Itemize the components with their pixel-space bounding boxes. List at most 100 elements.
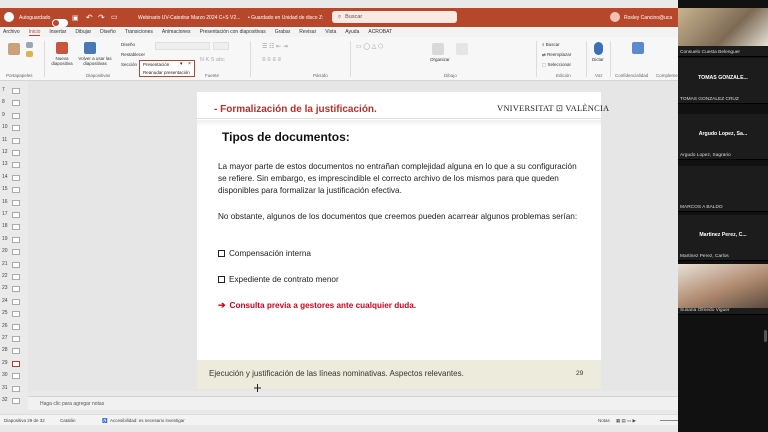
quick-styles-icon[interactable]: [456, 43, 468, 55]
tab-revisar[interactable]: Revisar: [299, 29, 316, 35]
notes-pane[interactable]: Haga clic para agregar notas: [28, 396, 678, 410]
save-state[interactable]: • Guardado en Unidad de disco Z:: [248, 15, 323, 21]
accessibility-icon[interactable]: ♿: [102, 418, 108, 424]
dropdown-chevron-down-icon[interactable]: ▾: [180, 61, 183, 67]
slide-thumbnail[interactable]: [12, 236, 20, 243]
slide-thumbnail[interactable]: [12, 174, 20, 181]
slide-thumbnail[interactable]: [12, 298, 20, 305]
layout-dropdown[interactable]: Presentación × ▾ Reanudar presentación: [139, 60, 195, 77]
slide-thumbnail[interactable]: [12, 398, 20, 404]
language-indicator[interactable]: Catalán: [60, 418, 76, 423]
format-painter-icon[interactable]: [26, 51, 33, 57]
reuse-slides-button[interactable]: Volver a usar las diapositivas: [78, 56, 112, 66]
participant-tile[interactable]: TOMAS GONZALE... TOMAS GONZALEZ CRUZ: [678, 58, 768, 104]
slide-thumbnail[interactable]: [12, 162, 20, 169]
tab-vista[interactable]: Vista: [325, 29, 336, 35]
arrange-icon[interactable]: [432, 43, 444, 55]
participant-tile[interactable]: Martinez Perez, C... Martinez Perez, Car…: [678, 215, 768, 261]
bullet-item[interactable]: Expediente de contrato menor: [218, 275, 339, 284]
bullets-icon[interactable]: ☰ ☷ ⇤ ⇥: [262, 43, 288, 50]
bullet-item[interactable]: Compensación interna: [218, 249, 311, 258]
present-icon[interactable]: ▭: [111, 13, 118, 21]
paste-icon[interactable]: [8, 43, 20, 55]
slide-thumbnail[interactable]: [12, 336, 20, 342]
tab-presentacion[interactable]: Presentación con diapositivas: [200, 29, 266, 35]
user-avatar[interactable]: [610, 12, 620, 22]
font-name-field[interactable]: [155, 42, 210, 50]
search-box[interactable]: ⌕ Buscar: [332, 11, 457, 23]
tab-diseno[interactable]: Diseño: [100, 29, 116, 35]
participant-tile[interactable]: Susana Olmedo Viguer: [678, 264, 768, 315]
slide-thumbnail[interactable]: [12, 323, 20, 330]
paragraph-2[interactable]: No obstante, algunos de los documentos q…: [218, 211, 578, 223]
slide-thumbnail[interactable]: [12, 274, 20, 280]
new-slide-icon[interactable]: [56, 42, 68, 54]
new-slide-button[interactable]: Nueva diapositiva: [49, 56, 75, 66]
slide-thumbnail[interactable]: [12, 311, 20, 318]
panel-scrollbar[interactable]: [764, 330, 767, 342]
tab-inicio[interactable]: Inicio: [28, 29, 41, 36]
participant-tile[interactable]: Consuelo Cuesta Belenguer: [678, 8, 768, 57]
dropdown-item[interactable]: Reanudar presentación: [143, 70, 190, 75]
notes-toggle[interactable]: Notas: [598, 418, 610, 423]
tab-ayuda[interactable]: Ayuda: [345, 29, 359, 35]
sensitivity-icon[interactable]: [632, 42, 644, 54]
replace-button[interactable]: ⇄ Reemplazar: [542, 52, 571, 58]
slide-thumbnail[interactable]: [12, 224, 20, 231]
autosave-toggle[interactable]: [52, 18, 68, 27]
layout-button[interactable]: Diseño: [121, 42, 135, 47]
slide-thumbnail[interactable]: [12, 286, 20, 293]
tab-archivo[interactable]: Archivo: [3, 29, 20, 35]
tab-grabar[interactable]: Grabar: [275, 29, 291, 35]
tab-acrobat[interactable]: ACROBAT: [368, 29, 392, 35]
paragraph-1[interactable]: La mayor parte de estos documentos no en…: [218, 161, 578, 197]
participant-tile[interactable]: Argudo Lopez, Sa... Argudo Lopez, Sagrar…: [678, 114, 768, 160]
slide-thumbnail[interactable]: [12, 360, 20, 367]
notes-placeholder[interactable]: Haga clic para agregar notas: [40, 401, 104, 407]
slide-thumbnail[interactable]: [12, 348, 20, 355]
align-icon[interactable]: ≡ ≡ ≡ ≡: [262, 57, 281, 63]
dictate-button[interactable]: Dictar: [592, 57, 604, 62]
undo-icon[interactable]: ↶: [86, 13, 93, 22]
shapes-icon[interactable]: ▭ ◯ △ ⬠: [356, 43, 383, 50]
reset-button[interactable]: Restablecer: [121, 52, 145, 57]
tab-dibujar[interactable]: Dibujar: [75, 29, 91, 35]
view-buttons-icon[interactable]: ▦ ▤ ▭ ▶: [616, 418, 636, 424]
slide-heading[interactable]: Tipos de documentos:: [222, 130, 350, 144]
search-input[interactable]: Buscar: [345, 14, 362, 20]
slide-thumbnail[interactable]: [12, 212, 20, 218]
slide-thumbnail[interactable]: [12, 100, 20, 107]
font-style-buttons[interactable]: N K S abc: [200, 57, 225, 63]
slide-thumbnail[interactable]: [12, 112, 20, 119]
participant-tile[interactable]: MARCOS A BALDO: [678, 166, 768, 212]
accessibility-status[interactable]: Accesibilidad: es necesario investigar: [110, 418, 185, 423]
slide-thumbnail[interactable]: [12, 125, 20, 132]
reuse-slides-icon[interactable]: [84, 42, 96, 54]
tab-insertar[interactable]: Insertar: [49, 29, 66, 35]
copy-icon[interactable]: [26, 42, 33, 48]
font-size-field[interactable]: [213, 42, 229, 50]
slide-thumbnails[interactable]: 7 8 9 10 11 12 13 14 15 16 17 18 19 20 21 22 23 24 25 26 27 2…: [0, 81, 28, 411]
tab-transiciones[interactable]: Transiciones: [125, 29, 153, 35]
slide-canvas[interactable]: - Formalización de la justificación. VNI…: [197, 92, 609, 389]
dropdown-value[interactable]: Presentación: [143, 62, 169, 67]
slide-thumbnail[interactable]: [12, 88, 20, 94]
slide-thumbnail[interactable]: [12, 261, 20, 268]
slide-thumbnail[interactable]: [12, 385, 20, 392]
save-icon[interactable]: ▣: [72, 14, 79, 22]
microphone-icon[interactable]: [594, 42, 603, 55]
slide-thumbnail[interactable]: [12, 373, 20, 380]
warning-item[interactable]: ➔ Consulta previa a gestores ante cualqu…: [218, 300, 416, 311]
slide-thumbnail[interactable]: [12, 187, 20, 194]
select-button[interactable]: ⬚ Seleccionar: [542, 62, 571, 68]
dropdown-close-icon[interactable]: ×: [188, 61, 191, 67]
find-button[interactable]: ⌕ Buscar: [542, 42, 560, 47]
user-name[interactable]: Rosley Cancino@uca: [624, 15, 672, 21]
slide-thumbnail[interactable]: [12, 137, 20, 144]
slide-thumbnail[interactable]: [12, 249, 20, 256]
slide-title[interactable]: - Formalización de la justificación.: [214, 104, 377, 115]
section-button[interactable]: Sección: [121, 62, 137, 67]
redo-icon[interactable]: ↷: [98, 13, 105, 22]
tab-animaciones[interactable]: Animaciones: [162, 29, 191, 35]
arrange-button[interactable]: Organizar: [430, 57, 450, 62]
